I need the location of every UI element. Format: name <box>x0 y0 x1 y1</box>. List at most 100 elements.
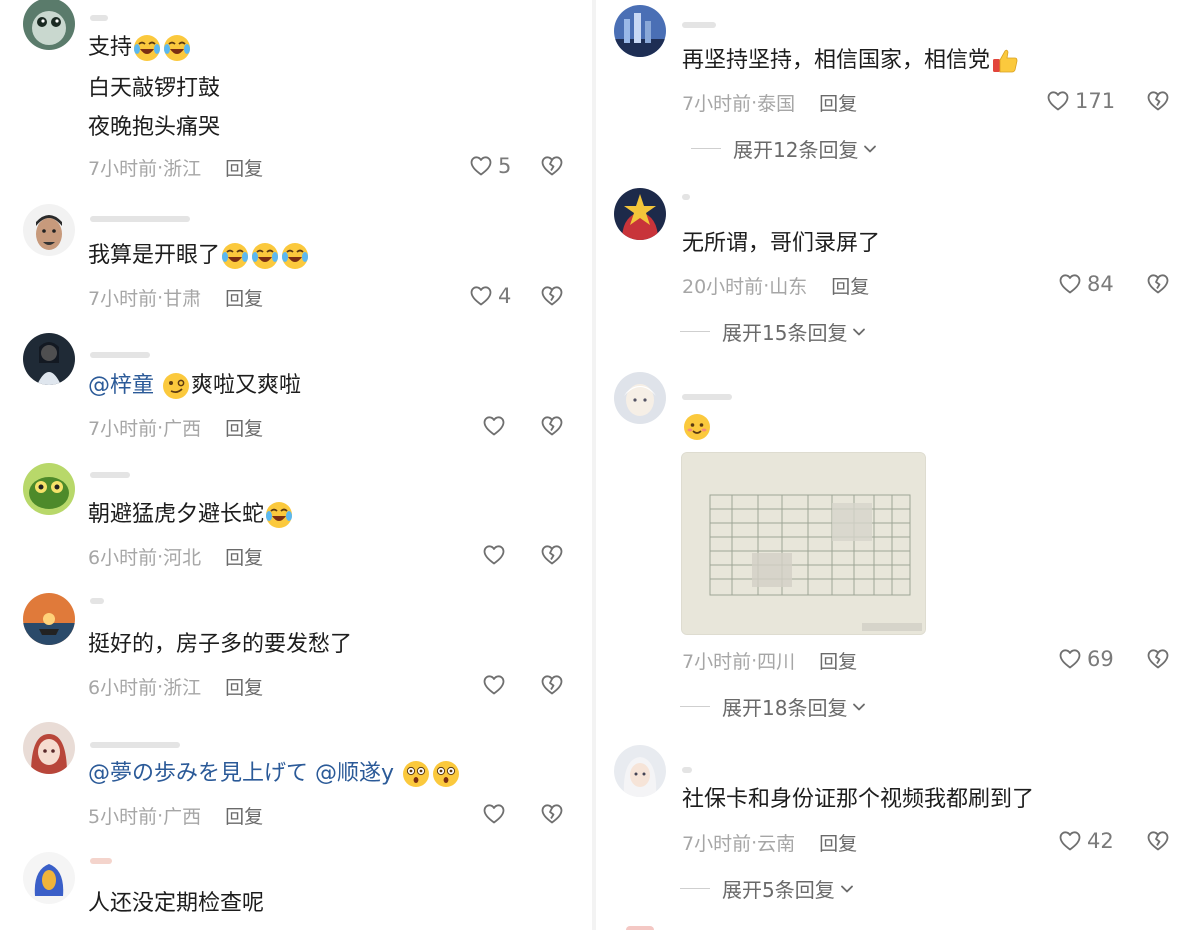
username-blurred[interactable] <box>90 472 130 478</box>
username-blurred[interactable] <box>682 194 690 200</box>
avatar[interactable] <box>614 372 666 424</box>
like-button[interactable]: 69 <box>1058 647 1114 671</box>
like-button[interactable] <box>482 414 506 438</box>
broken-heart-icon[interactable] <box>540 284 564 308</box>
comment-text: 支持 <box>88 29 192 67</box>
comment-text: 再坚持坚持，相信国家，相信党 <box>682 42 1020 80</box>
comment-column-right: 再坚持坚持，相信国家，相信党 7小时前 · 泰国 回复 171 展开12条回复 … <box>596 0 1200 930</box>
broken-heart-icon[interactable] <box>540 414 564 438</box>
broken-heart-icon[interactable] <box>540 154 564 178</box>
like-button[interactable] <box>482 802 506 826</box>
comment-text: 朝避猛虎夕避长蛇 <box>88 496 294 534</box>
like-button[interactable]: 171 <box>1046 89 1115 113</box>
username-blurred[interactable] <box>90 352 150 358</box>
heart-outline-icon <box>1058 272 1082 296</box>
like-button[interactable]: 84 <box>1058 272 1114 296</box>
avatar[interactable] <box>614 745 666 797</box>
comment-image-attachment[interactable] <box>681 452 926 635</box>
reply-button[interactable]: 回复 <box>225 414 263 441</box>
divider-line <box>680 706 710 707</box>
reply-button[interactable]: 回复 <box>225 673 263 700</box>
comment-meta: 20小时前 · 山东 回复 <box>682 272 869 299</box>
expand-replies-button[interactable]: 展开5条回复 <box>680 874 855 903</box>
reply-button[interactable]: 回复 <box>225 154 263 181</box>
comment-location: 河北 <box>163 547 202 569</box>
comment-meta: 5小时前 · 广西 回复 <box>88 802 263 829</box>
comment-time: 7小时前 <box>682 93 752 115</box>
comment-time: 6小时前 <box>88 677 158 699</box>
broken-heart-icon[interactable] <box>540 543 564 567</box>
mention-link[interactable]: @梓童 <box>88 373 154 398</box>
comment-time: 20小时前 <box>682 276 764 298</box>
laugh-cry-emoji-icon <box>132 33 162 63</box>
comment-text-line: 夜晚抱头痛哭 <box>88 115 221 140</box>
comment-meta: 7小时前 · 四川 回复 <box>682 647 857 674</box>
like-button[interactable]: 42 <box>1058 829 1114 853</box>
username-blurred[interactable] <box>90 216 190 222</box>
avatar[interactable] <box>23 333 75 385</box>
broken-heart-icon[interactable] <box>1146 89 1170 113</box>
like-button[interactable]: 5 <box>469 154 511 178</box>
divider-line <box>680 888 710 889</box>
shocked-emoji-icon <box>431 759 461 789</box>
reply-button[interactable]: 回复 <box>225 802 263 829</box>
heart-outline-icon <box>469 284 493 308</box>
expand-replies-button[interactable]: 展开15条回复 <box>680 317 867 346</box>
comment-meta: 6小时前 · 河北 回复 <box>88 543 263 570</box>
like-button[interactable]: 4 <box>469 284 511 308</box>
heart-outline-icon <box>482 543 506 567</box>
comment-time: 6小时前 <box>88 547 158 569</box>
username-blurred[interactable] <box>90 598 104 604</box>
comment-location: 广西 <box>163 418 202 440</box>
broken-heart-icon[interactable] <box>1146 647 1170 671</box>
like-count: 84 <box>1087 272 1114 296</box>
mention-link[interactable]: @夢の歩みを見上げて <box>88 761 308 786</box>
heart-outline-icon <box>469 154 493 178</box>
like-button[interactable] <box>482 673 506 697</box>
like-count: 69 <box>1087 647 1114 671</box>
username-blurred[interactable] <box>682 22 716 28</box>
username-blurred[interactable] <box>90 742 180 748</box>
expand-replies-button[interactable]: 展开18条回复 <box>680 692 867 721</box>
comment-meta: 7小时前 · 浙江 回复 <box>88 154 263 181</box>
rofl-emoji-icon <box>280 241 310 271</box>
comment-meta: 6小时前 · 浙江 回复 <box>88 673 263 700</box>
avatar[interactable] <box>23 463 75 515</box>
comment-time: 7小时前 <box>88 288 158 310</box>
username-blurred[interactable] <box>90 858 112 864</box>
avatar[interactable] <box>614 5 666 57</box>
comment-meta: 7小时前 · 云南 回复 <box>682 829 857 856</box>
broken-heart-icon[interactable] <box>1146 829 1170 853</box>
username-blurred[interactable] <box>90 15 108 21</box>
heart-outline-icon <box>482 673 506 697</box>
laugh-cry-emoji-icon <box>264 500 294 530</box>
broken-heart-icon[interactable] <box>540 673 564 697</box>
reply-button[interactable]: 回复 <box>225 543 263 570</box>
reply-button[interactable]: 回复 <box>819 647 857 674</box>
avatar[interactable] <box>23 0 75 50</box>
reply-button[interactable]: 回复 <box>225 284 263 311</box>
avatar[interactable] <box>23 204 75 256</box>
shocked-emoji-icon <box>401 759 431 789</box>
broken-heart-icon[interactable] <box>540 802 564 826</box>
comment-location: 山东 <box>769 276 808 298</box>
mention-link[interactable]: @顺遂y <box>315 761 394 786</box>
next-avatar-edge <box>626 926 654 930</box>
comment-time: 7小时前 <box>682 833 752 855</box>
avatar[interactable] <box>23 852 75 904</box>
comment-time: 7小时前 <box>88 418 158 440</box>
avatar[interactable] <box>614 188 666 240</box>
avatar[interactable] <box>23 722 75 774</box>
comment-text-line: 白天敲锣打鼓 <box>88 76 221 101</box>
reply-button[interactable]: 回复 <box>819 89 857 116</box>
comment-text: 挺好的，房子多的要发愁了 <box>88 632 353 657</box>
like-count: 4 <box>498 284 512 308</box>
username-blurred[interactable] <box>682 394 732 400</box>
reply-button[interactable]: 回复 <box>819 829 857 856</box>
username-blurred[interactable] <box>682 767 692 773</box>
reply-button[interactable]: 回复 <box>831 272 869 299</box>
broken-heart-icon[interactable] <box>1146 272 1170 296</box>
like-button[interactable] <box>482 543 506 567</box>
avatar[interactable] <box>23 593 75 645</box>
expand-replies-button[interactable]: 展开12条回复 <box>691 134 878 163</box>
